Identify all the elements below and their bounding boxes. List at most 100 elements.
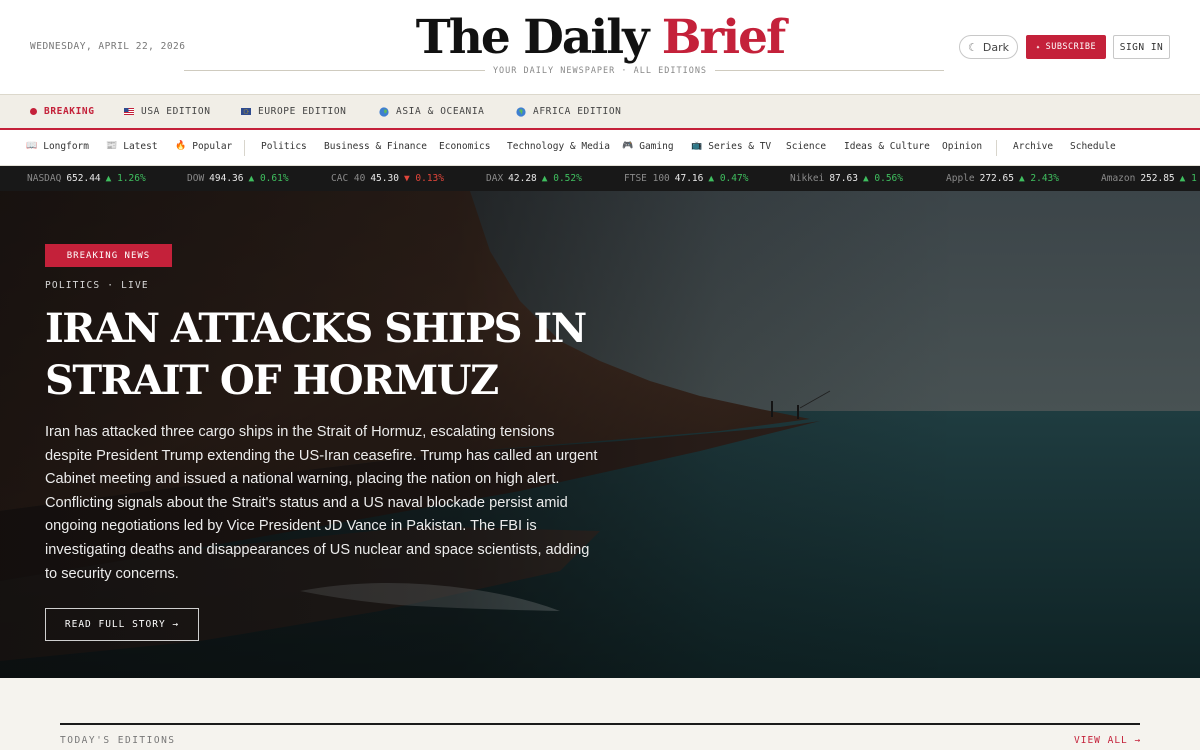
nav-item-series-tv[interactable]: 📺 Series & TV <box>691 141 771 152</box>
nav-item-politics[interactable]: Politics <box>261 141 307 152</box>
nav-label: Economics <box>439 141 491 152</box>
edition-item-breaking[interactable]: BREAKING <box>30 106 95 117</box>
nav-item-longform[interactable]: 📖 Longform <box>26 141 89 152</box>
ticker-item[interactable]: Amazon 252.85 ▲ 1 <box>1101 173 1197 184</box>
ticker-item[interactable]: CAC 40 45.30 ▼ 0.13% <box>331 173 444 184</box>
dark-mode-label: Dark <box>982 40 1009 54</box>
nav-label: Business & Finance <box>324 141 427 152</box>
nav-label: Series & TV <box>708 141 772 152</box>
nav-label: Schedule <box>1070 141 1116 152</box>
edition-item-usa[interactable]: USA EDITION <box>124 106 211 117</box>
subscribe-label: SUBSCRIBE <box>1045 42 1097 52</box>
nav-divider <box>996 140 997 156</box>
logo-main-text: The Daily <box>415 10 662 65</box>
ticker-value: 494.36 <box>209 173 244 184</box>
ticker-item[interactable]: FTSE 100 47.16 ▲ 0.47% <box>624 173 748 184</box>
ticker-change: ▼ 0.13% <box>403 173 444 184</box>
star-icon: ✦ <box>1035 42 1041 51</box>
story-kicker: POLITICS · LIVE <box>45 280 149 291</box>
tv-icon: 📺 <box>691 141 703 151</box>
ticker-value: 87.63 <box>829 173 858 184</box>
section-nav: 📖 Longform 📰 Latest 🔥 Popular Politics Busi… <box>0 130 1200 166</box>
fire-icon: 🔥 <box>175 141 187 151</box>
ticker-change: ▲ 1 <box>1179 173 1197 184</box>
gamepad-icon: 🎮 <box>622 141 634 151</box>
editions-rule <box>60 723 1140 725</box>
ticker-change: ▲ 1.26% <box>105 173 146 184</box>
read-full-story-button[interactable]: READ FULL STORY → <box>45 608 199 641</box>
breaking-news-badge: BREAKING NEWS <box>45 244 172 267</box>
nav-item-opinion[interactable]: Opinion <box>942 141 982 152</box>
ticker-item[interactable]: NASDAQ 652.44 ▲ 1.26% <box>27 173 146 184</box>
edition-label: BREAKING <box>44 106 95 117</box>
newspaper-icon: 📰 <box>106 141 118 151</box>
ticker-value: 652.44 <box>66 173 101 184</box>
site-logo[interactable]: The Daily Brief <box>0 6 1200 70</box>
edition-label: AFRICA EDITION <box>533 106 622 117</box>
ticker-name: Amazon <box>1101 173 1136 184</box>
ticker-value: 42.28 <box>508 173 537 184</box>
ticker-value: 47.16 <box>674 173 704 184</box>
tagline: YOUR DAILY NEWSPAPER · ALL EDITIONS <box>484 66 716 76</box>
ticker-change: ▲ 0.56% <box>862 173 903 184</box>
nav-item-latest[interactable]: 📰 Latest <box>106 141 158 152</box>
nav-item-technology[interactable]: Technology & Media <box>507 141 610 152</box>
dark-mode-toggle[interactable]: ☾ Dark <box>959 35 1018 59</box>
ticker-change: ▲ 0.61% <box>248 173 289 184</box>
ticker-value: 45.30 <box>370 173 399 184</box>
sign-in-button[interactable]: SIGN IN <box>1113 35 1170 59</box>
live-dot-icon <box>30 108 37 115</box>
headline-line-1: IRAN ATTACKS SHIPS IN <box>45 305 587 352</box>
market-ticker: NASDAQ 652.44 ▲ 1.26% DOW 494.36 ▲ 0.61% CAC… <box>0 166 1200 191</box>
headline-line-2: STRAIT OF HORMUZ <box>45 357 499 404</box>
nav-label: Archive <box>1013 141 1054 152</box>
ticker-item[interactable]: DAX 42.28 ▲ 0.52% <box>486 173 582 184</box>
nav-item-science[interactable]: Science <box>786 141 826 152</box>
nav-label: Gaming <box>639 141 674 152</box>
edition-label: ASIA & OCEANIA <box>396 106 485 117</box>
subscribe-button[interactable]: ✦ SUBSCRIBE <box>1026 35 1106 59</box>
view-all-link[interactable]: VIEW ALL → <box>1074 735 1141 746</box>
sign-in-label: SIGN IN <box>1119 41 1164 53</box>
nav-label: Longform <box>43 141 89 152</box>
eu-flag-icon <box>241 108 251 115</box>
masthead: WEDNESDAY, APRIL 22, 2026 The Daily Brie… <box>0 0 1200 94</box>
nav-item-schedule[interactable]: Schedule <box>1070 141 1116 152</box>
globe-africa-icon <box>516 106 526 117</box>
nav-label: Opinion <box>942 141 983 152</box>
ticker-name: FTSE 100 <box>624 173 670 184</box>
edition-item-asia[interactable]: ASIA & OCEANIA <box>379 106 484 117</box>
ticker-change: ▲ 0.47% <box>708 173 749 184</box>
nav-label: Politics <box>261 141 307 152</box>
edition-item-europe[interactable]: EUROPE EDITION <box>241 106 346 117</box>
nav-label: Latest <box>123 141 158 152</box>
nav-item-archive[interactable]: Archive <box>1013 141 1053 152</box>
nav-divider <box>244 140 245 156</box>
ticker-name: DAX <box>486 173 504 184</box>
ticker-value: 272.65 <box>979 173 1014 184</box>
ticker-name: Apple <box>946 173 975 184</box>
ticker-item[interactable]: DOW 494.36 ▲ 0.61% <box>187 173 289 184</box>
nav-item-business[interactable]: Business & Finance <box>324 141 427 152</box>
editions-section-title: TODAY'S EDITIONS <box>60 735 176 746</box>
story-headline[interactable]: IRAN ATTACKS SHIPS IN STRAIT OF HORMUZ <box>45 303 625 407</box>
edition-bar: BREAKING USA EDITION EUROPE EDITION ASIA… <box>0 94 1200 130</box>
hero-story: BREAKING NEWS POLITICS · LIVE IRAN ATTAC… <box>0 191 1200 678</box>
ticker-change: ▲ 2.43% <box>1018 173 1059 184</box>
globe-asia-icon <box>379 106 389 117</box>
story-summary: Iran has attacked three cargo ships in t… <box>45 424 598 582</box>
edition-item-africa[interactable]: AFRICA EDITION <box>516 106 621 117</box>
nav-item-economics[interactable]: Economics <box>439 141 490 152</box>
ticker-item[interactable]: Apple 272.65 ▲ 2.43% <box>946 173 1059 184</box>
book-icon: 📖 <box>26 141 38 151</box>
ticker-name: NASDAQ <box>27 173 62 184</box>
ticker-change: ▲ 0.52% <box>541 173 582 184</box>
ticker-name: CAC 40 <box>331 173 366 184</box>
edition-label: EUROPE EDITION <box>258 106 347 117</box>
ticker-name: Nikkei <box>790 173 825 184</box>
ticker-item[interactable]: Nikkei 87.63 ▲ 0.56% <box>790 173 903 184</box>
nav-item-ideas-culture[interactable]: Ideas & Culture <box>844 141 930 152</box>
nav-item-gaming[interactable]: 🎮 Gaming <box>622 141 674 152</box>
nav-label: Science <box>786 141 827 152</box>
nav-item-popular[interactable]: 🔥 Popular <box>175 141 232 152</box>
